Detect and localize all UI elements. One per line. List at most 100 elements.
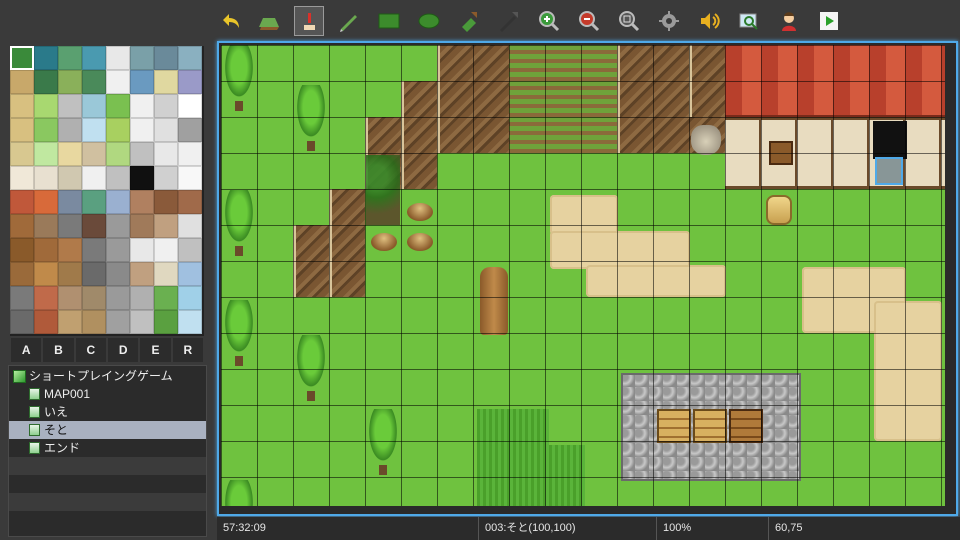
palette-tile[interactable] bbox=[106, 118, 130, 142]
map-canvas[interactable] bbox=[221, 45, 945, 506]
palette-tile[interactable] bbox=[130, 190, 154, 214]
actual-size-button[interactable] bbox=[614, 6, 644, 36]
palette-tile[interactable] bbox=[82, 142, 106, 166]
palette-tile[interactable] bbox=[58, 46, 82, 70]
palette-tab-d[interactable]: D bbox=[106, 337, 140, 363]
palette-tile[interactable] bbox=[10, 286, 34, 310]
shadow-pen-button[interactable] bbox=[494, 6, 524, 36]
palette-tab-a[interactable]: A bbox=[10, 337, 43, 363]
rectangle-button[interactable] bbox=[374, 6, 404, 36]
flood-fill-button[interactable] bbox=[454, 6, 484, 36]
event-search-button[interactable] bbox=[734, 6, 764, 36]
palette-tile[interactable] bbox=[154, 94, 178, 118]
palette-tab-b[interactable]: B bbox=[42, 337, 75, 363]
palette-tile[interactable] bbox=[34, 310, 58, 334]
palette-tile[interactable] bbox=[82, 190, 106, 214]
palette-tile[interactable] bbox=[178, 94, 202, 118]
tree-map-item[interactable]: そと bbox=[9, 421, 206, 439]
palette-tile[interactable] bbox=[106, 166, 130, 190]
zoom-in-button[interactable] bbox=[534, 6, 564, 36]
palette-tile[interactable] bbox=[58, 262, 82, 286]
palette-tile[interactable] bbox=[10, 190, 34, 214]
palette-tile[interactable] bbox=[178, 118, 202, 142]
event-layer-button[interactable] bbox=[294, 6, 324, 36]
palette-tile[interactable] bbox=[178, 310, 202, 334]
palette-tile[interactable] bbox=[154, 70, 178, 94]
palette-tile[interactable] bbox=[82, 46, 106, 70]
palette-tile[interactable] bbox=[10, 142, 34, 166]
palette-tile[interactable] bbox=[34, 70, 58, 94]
palette-tile[interactable] bbox=[58, 70, 82, 94]
palette-tab-c[interactable]: C bbox=[74, 337, 107, 363]
tree-map-item[interactable]: エンド bbox=[9, 439, 206, 457]
palette-tile[interactable] bbox=[178, 142, 202, 166]
palette-tile[interactable] bbox=[130, 70, 154, 94]
palette-tile[interactable] bbox=[106, 46, 130, 70]
palette-tile[interactable] bbox=[154, 262, 178, 286]
palette-tile[interactable] bbox=[82, 286, 106, 310]
palette-tile[interactable] bbox=[154, 142, 178, 166]
ellipse-button[interactable] bbox=[414, 6, 444, 36]
palette-tile[interactable] bbox=[154, 286, 178, 310]
palette-tile[interactable] bbox=[130, 286, 154, 310]
palette-tile[interactable] bbox=[82, 118, 106, 142]
palette-tile[interactable] bbox=[154, 166, 178, 190]
palette-tile[interactable] bbox=[106, 142, 130, 166]
palette-tile[interactable] bbox=[34, 286, 58, 310]
palette-tile[interactable] bbox=[58, 118, 82, 142]
palette-tile[interactable] bbox=[130, 238, 154, 262]
palette-tile[interactable] bbox=[10, 214, 34, 238]
palette-tile[interactable] bbox=[106, 310, 130, 334]
palette-tile[interactable] bbox=[10, 310, 34, 334]
palette-tile[interactable] bbox=[34, 238, 58, 262]
palette-tile[interactable] bbox=[106, 70, 130, 94]
palette-tile[interactable] bbox=[34, 142, 58, 166]
undo-button[interactable] bbox=[216, 6, 246, 36]
palette-tile[interactable] bbox=[178, 262, 202, 286]
palette-tile[interactable] bbox=[82, 70, 106, 94]
palette-tile[interactable] bbox=[34, 118, 58, 142]
database-button[interactable] bbox=[654, 6, 684, 36]
palette-tile[interactable] bbox=[34, 190, 58, 214]
palette-tile[interactable] bbox=[106, 190, 130, 214]
map-tree[interactable]: ショートプレイングゲーム MAP001 いえ そと エンド bbox=[8, 365, 207, 537]
palette-tile[interactable] bbox=[10, 70, 34, 94]
palette-tile[interactable] bbox=[154, 46, 178, 70]
palette-tile[interactable] bbox=[10, 94, 34, 118]
palette-tile[interactable] bbox=[178, 286, 202, 310]
tree-map-item[interactable]: MAP001 bbox=[9, 385, 206, 403]
palette-tile[interactable] bbox=[34, 214, 58, 238]
palette-tile[interactable] bbox=[82, 94, 106, 118]
palette-tile[interactable] bbox=[106, 238, 130, 262]
palette-tile[interactable] bbox=[34, 262, 58, 286]
palette-tile[interactable] bbox=[106, 262, 130, 286]
palette-tile[interactable] bbox=[58, 142, 82, 166]
palette-tile[interactable] bbox=[130, 214, 154, 238]
palette-tile[interactable] bbox=[130, 166, 154, 190]
palette-tile[interactable] bbox=[58, 166, 82, 190]
palette-tile[interactable] bbox=[130, 46, 154, 70]
palette-tile[interactable] bbox=[82, 166, 106, 190]
palette-tile[interactable] bbox=[10, 262, 34, 286]
palette-tile[interactable] bbox=[106, 94, 130, 118]
palette-tile[interactable] bbox=[178, 166, 202, 190]
palette-tile[interactable] bbox=[130, 310, 154, 334]
palette-tile[interactable] bbox=[106, 286, 130, 310]
palette-tile[interactable] bbox=[178, 190, 202, 214]
palette-tile[interactable] bbox=[58, 190, 82, 214]
tile-palette[interactable] bbox=[10, 46, 204, 336]
palette-tile[interactable] bbox=[178, 70, 202, 94]
character-generator-button[interactable] bbox=[774, 6, 804, 36]
sound-test-button[interactable] bbox=[694, 6, 724, 36]
palette-tile[interactable] bbox=[82, 238, 106, 262]
palette-tab-r[interactable]: R bbox=[171, 337, 204, 363]
palette-tile[interactable] bbox=[58, 214, 82, 238]
palette-tile[interactable] bbox=[58, 286, 82, 310]
palette-tab-e[interactable]: E bbox=[139, 337, 172, 363]
palette-tile[interactable] bbox=[130, 262, 154, 286]
palette-tile[interactable] bbox=[82, 214, 106, 238]
pencil-button[interactable] bbox=[334, 6, 364, 36]
palette-tile[interactable] bbox=[178, 238, 202, 262]
palette-tile[interactable] bbox=[130, 142, 154, 166]
palette-tile[interactable] bbox=[154, 214, 178, 238]
